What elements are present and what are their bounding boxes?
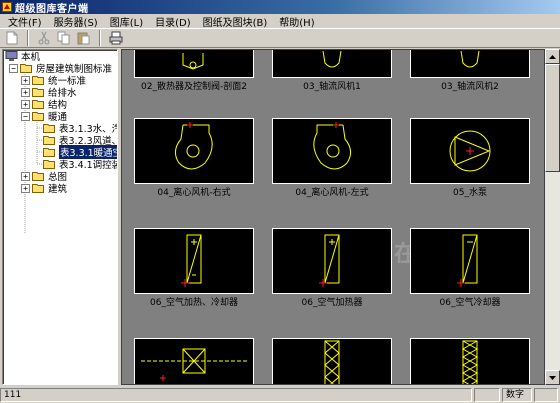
folder-icon [32, 184, 44, 193]
menu-directory[interactable]: 目录(D) [149, 14, 197, 29]
status-empty [474, 388, 500, 402]
toolbar-separator [27, 30, 29, 46]
expand-toggle[interactable]: + [21, 87, 30, 97]
expand-toggle[interactable]: + [21, 99, 30, 109]
centrifugal-fan-left-icon [313, 122, 351, 170]
drawing-thumbnail[interactable] [272, 338, 392, 384]
status-numlock: 数字 [502, 388, 532, 402]
folder-icon [32, 100, 44, 109]
scroll-down-button[interactable] [545, 370, 560, 385]
menu-library[interactable]: 图库(L) [104, 14, 149, 29]
folder-icon [32, 172, 44, 181]
cut-icon [38, 31, 50, 45]
library-tree[interactable]: 本机 − 房屋建筑制图标准 + 统一标准 + 给排水 + 结构 − 暖通 表3.… [2, 49, 118, 385]
folder-icon [32, 88, 44, 97]
expand-toggle[interactable]: + [21, 183, 30, 193]
copy-icon [57, 31, 70, 45]
drawing-thumbnail[interactable] [134, 118, 254, 184]
arrow-down-icon [549, 375, 556, 380]
scroll-thumb[interactable] [545, 64, 560, 172]
water-pump-icon [449, 130, 491, 172]
status-count: 111 [0, 388, 472, 402]
scroll-up-button[interactable] [545, 49, 560, 64]
expand-toggle[interactable]: + [21, 75, 30, 85]
window-title: 超级图库客户端 [15, 3, 89, 15]
thumbnail-label: 06_空气冷却器 [439, 298, 501, 308]
drawing-thumbnail[interactable] [272, 228, 392, 294]
new-icon [6, 31, 18, 45]
air-heater-icon [319, 234, 340, 287]
cut-button[interactable] [36, 30, 52, 46]
drawing-thumbnail[interactable] [134, 338, 254, 384]
menu-file[interactable]: 文件(F) [2, 14, 48, 29]
thumbnail-label: 04_离心风机-右式 [157, 188, 231, 198]
new-button[interactable] [4, 30, 20, 46]
radiator-section-icon [182, 53, 204, 70]
air-heater-cooler-icon [181, 234, 202, 287]
open-folder-icon [20, 64, 32, 73]
thumbnail-label: 06_空气加热、冷却器 [150, 298, 238, 308]
drawing-thumbnail[interactable] [272, 50, 392, 78]
drawing-thumbnail[interactable] [410, 50, 530, 78]
drawing-thumbnail[interactable] [410, 228, 530, 294]
drawing-thumbnail[interactable] [134, 50, 254, 78]
print-button[interactable] [108, 30, 124, 46]
title-bar: 超级图库客户端 [0, 0, 560, 15]
centrifugal-fan-right-icon [175, 122, 213, 170]
arrow-up-icon [549, 54, 556, 59]
menu-drawings-blocks[interactable]: 图纸及图块(B) [197, 14, 274, 29]
air-cooler-icon [457, 234, 478, 287]
copy-button[interactable] [56, 30, 72, 46]
toolbar-separator [99, 30, 101, 46]
thumbnail-label: 06_空气加热器 [301, 298, 363, 308]
collapse-toggle[interactable]: − [21, 111, 30, 121]
filter-icon [461, 340, 479, 384]
folder-icon [43, 136, 55, 145]
drawing-thumbnail[interactable] [410, 338, 530, 384]
tree-table-label: 表3.4.1调控装 [59, 160, 118, 171]
drawing-thumbnail[interactable] [410, 118, 530, 184]
thumbnail-label: 03_轴流风机2 [441, 82, 499, 92]
print-icon [109, 31, 123, 45]
tree-folder-label: 建筑 [48, 184, 68, 195]
filter-icon [324, 340, 340, 384]
open-folder-icon [32, 112, 44, 121]
thumbnail-label: 02_散热器及控制阀-剖面2 [141, 82, 247, 92]
paste-icon [77, 32, 90, 45]
tree-folder-node[interactable]: + 建筑 [21, 182, 68, 195]
menu-help[interactable]: 帮助(H) [273, 14, 320, 29]
expand-toggle[interactable]: + [21, 171, 30, 181]
axial-fan-icon [460, 50, 480, 68]
drawing-thumbnail[interactable] [272, 118, 392, 184]
open-folder-icon [43, 148, 55, 157]
collapse-toggle[interactable]: − [9, 63, 18, 73]
thumbnail-label: 03_轴流风机1 [303, 82, 361, 92]
thumbnail-panel[interactable]: 土木在线 02_散热器及控制阀-剖面2 03_轴流风机1 03_轴流风机2 04… [121, 49, 545, 385]
thumbnail-label: 04_离心风机-左式 [295, 188, 369, 198]
vertical-scrollbar[interactable] [545, 49, 560, 385]
computer-icon [5, 51, 18, 61]
folder-icon [43, 124, 55, 133]
app-icon [2, 2, 12, 12]
filter-icon [141, 348, 247, 381]
menu-server[interactable]: 服务器(S) [48, 14, 104, 29]
folder-icon [43, 160, 55, 169]
drawing-thumbnail[interactable] [134, 228, 254, 294]
status-bar: 111 数字 [0, 387, 560, 403]
thumbnail-label: 05_水泵 [453, 188, 487, 198]
paste-button[interactable] [76, 30, 92, 46]
axial-fan-icon [322, 50, 342, 68]
toolbar [0, 28, 560, 48]
status-grip [534, 388, 558, 402]
folder-icon [32, 76, 44, 85]
tree-root-node[interactable]: 本机 [5, 50, 40, 63]
menu-bar: 文件(F) 服务器(S) 图库(L) 目录(D) 图纸及图块(B) 帮助(H) [0, 14, 560, 29]
